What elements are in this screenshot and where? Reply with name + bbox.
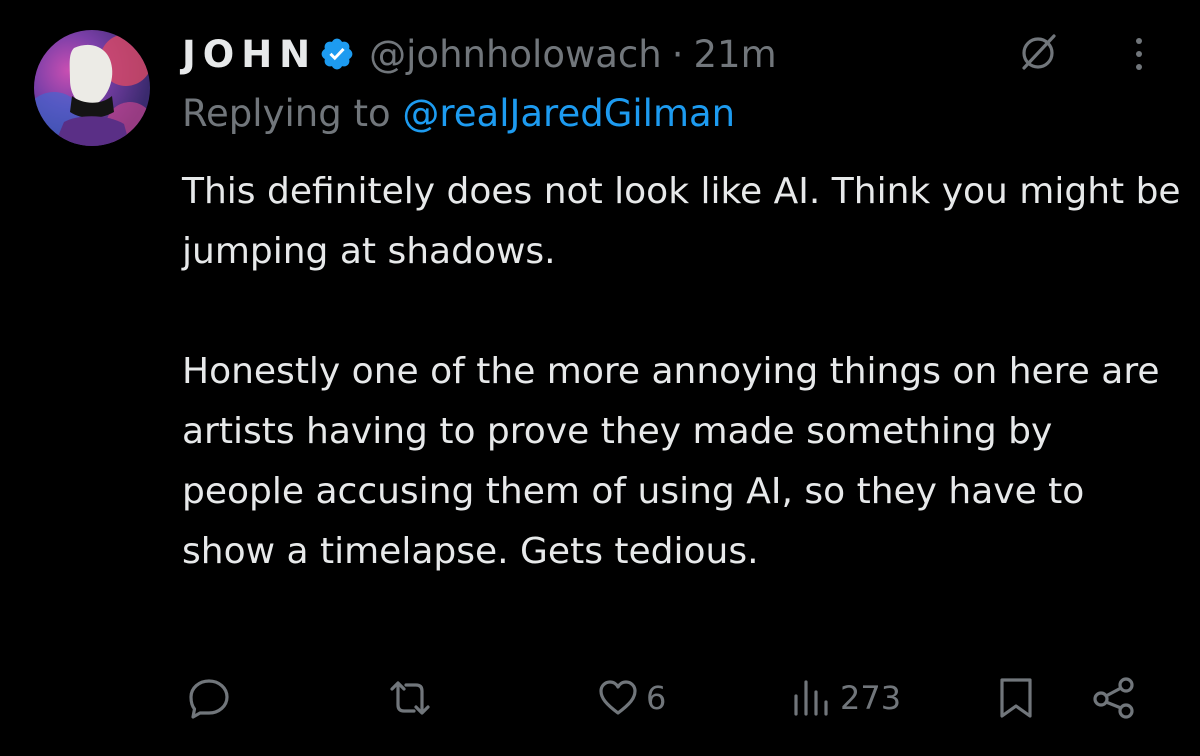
retweet-button[interactable]: [384, 668, 442, 728]
bookmark-icon: [996, 675, 1036, 721]
share-button[interactable]: [1090, 668, 1138, 728]
tweet-header: JOHN @johnholowach · 21m: [182, 26, 777, 82]
tweet: JOHN @johnholowach · 21m Replying to @re…: [0, 0, 1200, 756]
replying-prefix: Replying to: [182, 92, 403, 135]
tweet-text: This definitely does not look like AI. T…: [182, 162, 1182, 582]
tweet-paragraph: This definitely does not look like AI. T…: [182, 171, 1181, 272]
user-handle[interactable]: @johnholowach: [369, 33, 662, 76]
display-name[interactable]: JOHN: [182, 33, 317, 76]
reply-button[interactable]: [186, 668, 238, 728]
like-button[interactable]: 6: [596, 668, 666, 728]
retweet-icon: [384, 675, 436, 721]
separator-dot: ·: [671, 32, 684, 76]
tweet-paragraph: Honestly one of the more annoying things…: [182, 351, 1160, 572]
views-button[interactable]: 273: [790, 668, 901, 728]
grok-slash-icon[interactable]: [1014, 28, 1062, 76]
views-bar-icon: [790, 676, 834, 720]
avatar[interactable]: [34, 30, 150, 146]
replying-to-line: Replying to @realJaredGilman: [182, 92, 735, 135]
avatar-image: [34, 30, 150, 146]
share-icon: [1090, 675, 1138, 721]
action-bar: 6 273: [0, 668, 1200, 728]
timestamp[interactable]: 21m: [693, 33, 776, 76]
more-vertical-icon[interactable]: [1124, 32, 1154, 76]
views-count: 273: [840, 679, 902, 717]
bookmark-button[interactable]: [996, 668, 1036, 728]
heart-icon: [596, 676, 640, 720]
replying-to-mention[interactable]: @realJaredGilman: [402, 92, 735, 135]
verified-badge-icon[interactable]: [319, 36, 355, 72]
like-count: 6: [646, 679, 667, 717]
reply-icon: [186, 675, 232, 721]
